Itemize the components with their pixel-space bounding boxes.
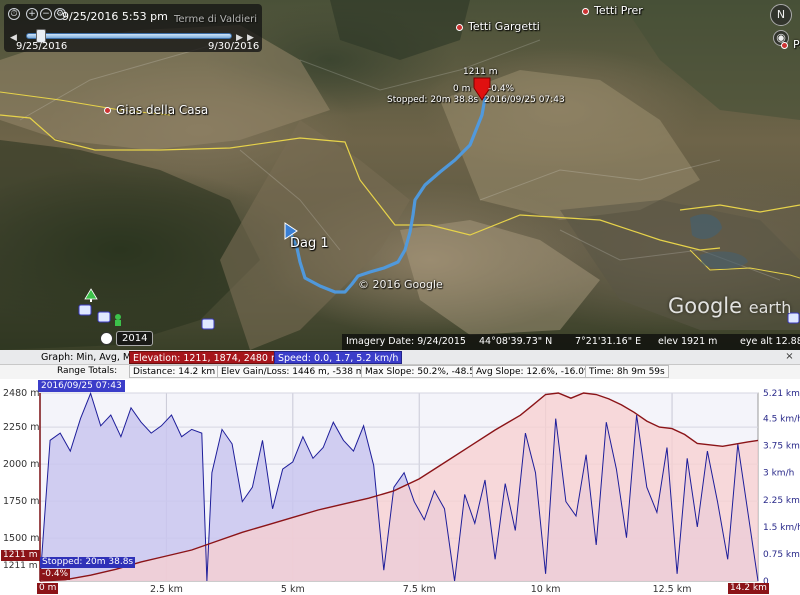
status-bar: Imagery Date: 9/24/2015 44°08'39.73" N 7… bbox=[342, 334, 800, 350]
place-marker-icon bbox=[582, 7, 589, 15]
y-left-tick-label: 2000 m bbox=[3, 459, 39, 470]
marker-time: 2016/09/25 07:43 bbox=[484, 95, 565, 105]
cursor-slope-flag: -0.4% bbox=[40, 569, 71, 580]
imagery-date: Imagery Date: 9/24/2015 bbox=[346, 336, 466, 347]
marker-distance: 0 m bbox=[453, 84, 471, 94]
place-terme-di-valdieri[interactable]: Terme di Valdieri bbox=[174, 14, 257, 25]
current-time: 9/25/2016 5:53 pm bbox=[62, 10, 168, 23]
copyright: © 2016 Google bbox=[358, 278, 443, 291]
y-right-tick-label: 2.25 km/h bbox=[763, 496, 800, 506]
place-pa[interactable]: Pa bbox=[781, 38, 800, 51]
x-tick-label: 12.5 km bbox=[653, 584, 692, 595]
map-view[interactable]: ⏱ + − ⚙ 9/25/2016 5:53 pm ◀ ▶ ▶ 9/25/201… bbox=[0, 0, 800, 350]
cursor-dist-flag: 0 m bbox=[37, 583, 59, 594]
historical-imagery-badge[interactable]: 2014 bbox=[100, 331, 154, 346]
longitude: 7°21'31.16" E bbox=[575, 336, 642, 347]
place-marker-icon bbox=[781, 41, 788, 49]
y-left-tick-label: 2250 m bbox=[3, 422, 39, 433]
cursor-elev-axis-label: 1211 m bbox=[3, 561, 38, 571]
imagery-year: 2014 bbox=[116, 331, 154, 346]
slider-end-date: 9/30/2016 bbox=[208, 41, 260, 52]
marker-slope: -0.4% bbox=[488, 84, 515, 94]
place-marker-icon bbox=[456, 23, 463, 31]
y-right-tick-label: 1.5 km/h bbox=[763, 523, 800, 533]
x-tick-label: 10 km bbox=[531, 584, 561, 595]
marker-stop: Stopped: 20m 38.8s bbox=[387, 95, 479, 105]
elevation-readout: elev 1921 m bbox=[658, 336, 718, 347]
cursor-elev-flag: 1211 m bbox=[1, 550, 40, 561]
slider-track[interactable] bbox=[26, 33, 232, 39]
x-tick-label: 5 km bbox=[281, 584, 305, 595]
end-dist-flag: 14.2 km bbox=[728, 583, 769, 594]
x-tick-label: 7.5 km bbox=[403, 584, 436, 595]
zoom-out-icon[interactable]: − bbox=[40, 8, 52, 20]
compass-icon[interactable]: N bbox=[770, 4, 792, 26]
person-icon[interactable] bbox=[112, 313, 124, 327]
clock-icon bbox=[100, 332, 113, 345]
eye-altitude: eye alt 12.88 km bbox=[740, 336, 800, 347]
zoom-in-icon[interactable]: + bbox=[26, 8, 38, 20]
place-marker-icon bbox=[104, 107, 111, 114]
lodging-icon[interactable] bbox=[97, 311, 111, 323]
marker-elevation: 1211 m bbox=[463, 67, 498, 77]
y-left-tick-label: 1500 m bbox=[3, 533, 39, 544]
tree-icon[interactable] bbox=[84, 288, 98, 302]
place-tetti-gargetti[interactable]: Tetti Gargetti bbox=[456, 20, 540, 33]
place-tetti-prer[interactable]: Tetti Prer bbox=[582, 4, 643, 17]
y-right-tick-label: 0.75 km/h bbox=[763, 550, 800, 560]
track-label[interactable]: Dag 1 bbox=[290, 236, 329, 251]
y-left-tick-label: 1750 m bbox=[3, 496, 39, 507]
y-right-tick-label: 5.21 km/h bbox=[763, 389, 800, 399]
x-tick-label: 2.5 km bbox=[150, 584, 183, 595]
lodging-icon[interactable] bbox=[78, 304, 92, 316]
elevation-profile-panel[interactable]: Graph: Min, Avg, Max Elevation: 1211, 18… bbox=[0, 350, 800, 595]
cursor-stop-flag: Stopped: 20m 38.8s bbox=[40, 557, 136, 568]
slider-start-date: 9/25/2016 bbox=[16, 41, 68, 52]
place-gias-della-casa[interactable]: Gias della Casa bbox=[104, 103, 208, 117]
y-right-tick-label: 3.75 km/h bbox=[763, 442, 800, 452]
y-right-tick-label: 3 km/h bbox=[763, 469, 794, 479]
lodging-icon[interactable] bbox=[201, 318, 215, 330]
latitude: 44°08'39.73" N bbox=[479, 336, 553, 347]
google-earth-logo: Google earth bbox=[668, 294, 792, 318]
time-slider[interactable]: ⏱ + − ⚙ 9/25/2016 5:53 pm ◀ ▶ ▶ 9/25/201… bbox=[4, 4, 262, 52]
clock-icon[interactable]: ⏱ bbox=[8, 8, 20, 20]
y-left-tick-label: 2480 m bbox=[3, 388, 39, 399]
y-right-tick-label: 4.5 km/h bbox=[763, 415, 800, 425]
